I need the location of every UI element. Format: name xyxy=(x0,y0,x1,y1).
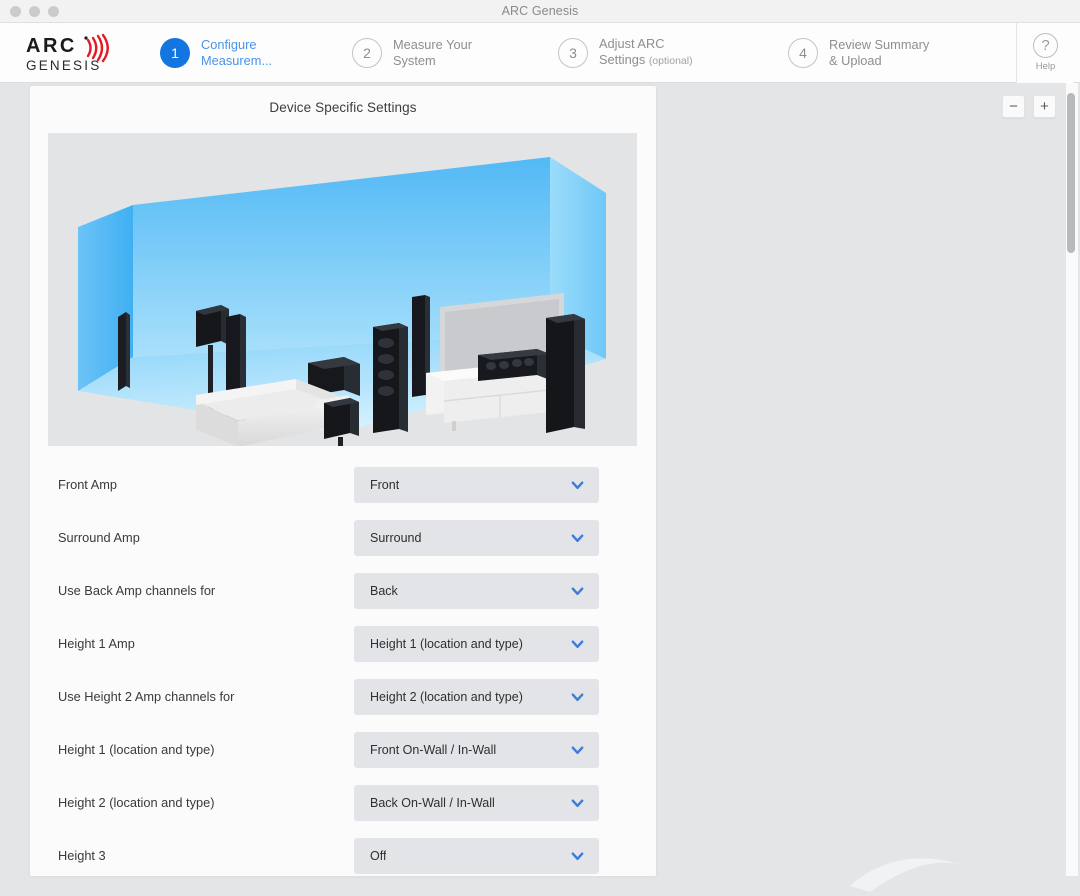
label-height-2-amp-channels: Use Height 2 Amp channels for xyxy=(58,689,235,704)
form-row-height-3: Height 3 Off xyxy=(30,829,656,876)
background-watermark-icon xyxy=(850,858,960,892)
front-right-tower-speaker xyxy=(546,314,585,433)
chevron-down-icon xyxy=(571,639,584,648)
select-height-2-amp-channels[interactable]: Height 2 (location and type) xyxy=(354,678,599,715)
label-front-amp: Front Amp xyxy=(58,477,118,492)
step-2-line1: Measure Your xyxy=(393,36,472,52)
label-height-3: Height 3 xyxy=(58,848,106,863)
select-height-1-amp[interactable]: Height 1 (location and type) xyxy=(354,625,599,662)
step-1-number: 1 xyxy=(160,37,190,68)
wizard-steps: 1 Configure Measurem... 2 Measure Your S… xyxy=(160,36,1016,69)
help-label: Help xyxy=(1035,61,1056,72)
window-titlebar: ARC Genesis xyxy=(0,0,1080,23)
wizard-step-1[interactable]: 1 Configure Measurem... xyxy=(160,37,334,69)
arc-genesis-logo: ARC GENESIS xyxy=(24,32,154,74)
help-button[interactable]: ? Help xyxy=(1016,22,1074,83)
select-height-1-amp-value: Height 1 (location and type) xyxy=(370,636,523,651)
left-wall-speaker xyxy=(118,312,130,391)
zoom-controls: − + xyxy=(1002,95,1056,118)
chevron-down-icon xyxy=(571,586,584,595)
front-left-tower-speaker xyxy=(373,323,408,433)
step-1-line1: Configure xyxy=(201,36,257,52)
select-height-1-location-type[interactable]: Front On-Wall / In-Wall xyxy=(354,731,599,768)
step-4-line2: & Upload xyxy=(829,52,882,68)
select-height-2-location-type[interactable]: Back On-Wall / In-Wall xyxy=(354,784,599,821)
step-1-line2: Measurem... xyxy=(201,52,273,68)
step-4-label: Review Summary & Upload xyxy=(829,37,929,69)
step-3-line2-wrap: Settings (optional) xyxy=(599,52,693,69)
svg-text:ARC: ARC xyxy=(26,35,77,57)
form-row-back-amp-channels: Use Back Amp channels for Back xyxy=(30,564,656,617)
vertical-scrollbar-thumb[interactable] xyxy=(1067,93,1075,253)
select-back-amp-channels-value: Back xyxy=(370,583,398,598)
settings-card: Device Specific Settings Front Amp Front… xyxy=(30,86,656,876)
chevron-down-icon xyxy=(571,798,584,807)
settings-form: Front Amp Front Surround Amp Surround Us… xyxy=(30,458,656,876)
label-height-2-location-type: Height 2 (location and type) xyxy=(58,795,215,810)
chevron-down-icon xyxy=(571,745,584,754)
step-3-line2: Settings xyxy=(599,52,646,67)
step-4-number: 4 xyxy=(788,37,818,68)
wizard-step-4[interactable]: 4 Review Summary & Upload xyxy=(788,37,929,69)
select-height-3[interactable]: Off xyxy=(354,837,599,874)
select-height-1-location-type-value: Front On-Wall / In-Wall xyxy=(370,742,497,757)
room-illustration xyxy=(48,133,637,446)
wizard-header: ARC GENESIS 1 Configure Measurem... 2 Me… xyxy=(0,22,1080,83)
wizard-step-3[interactable]: 3 Adjust ARC Settings (optional) xyxy=(558,36,770,69)
svg-text:GENESIS: GENESIS xyxy=(26,58,101,73)
form-row-height-2-location-type: Height 2 (location and type) Back On-Wal… xyxy=(30,776,656,829)
logo-graphic: ARC GENESIS xyxy=(26,33,109,73)
window-title: ARC Genesis xyxy=(501,4,579,18)
label-height-1-location-type: Height 1 (location and type) xyxy=(58,742,215,757)
zoom-in-button[interactable]: + xyxy=(1033,95,1056,118)
step-2-number: 2 xyxy=(352,37,382,68)
chevron-down-icon xyxy=(571,533,584,542)
form-row-height-2-amp-channels: Use Height 2 Amp channels for Height 2 (… xyxy=(30,670,656,723)
wizard-step-2[interactable]: 2 Measure Your System xyxy=(352,37,540,69)
step-2-line2: System xyxy=(393,52,436,68)
question-mark-icon: ? xyxy=(1033,33,1058,58)
select-height-2-location-type-value: Back On-Wall / In-Wall xyxy=(370,795,495,810)
step-3-line1: Adjust ARC xyxy=(599,36,665,51)
select-front-amp[interactable]: Front xyxy=(354,466,599,503)
select-surround-amp-value: Surround xyxy=(370,530,422,545)
vertical-scrollbar-track[interactable] xyxy=(1066,83,1078,876)
form-row-front-amp: Front Amp Front xyxy=(30,458,656,511)
select-height-2-amp-channels-value: Height 2 (location and type) xyxy=(370,689,523,704)
select-front-amp-value: Front xyxy=(370,477,400,492)
select-back-amp-channels[interactable]: Back xyxy=(354,572,599,609)
zoom-out-button[interactable]: − xyxy=(1002,95,1025,118)
label-height-1-amp: Height 1 Amp xyxy=(58,636,135,651)
label-surround-amp: Surround Amp xyxy=(58,530,140,545)
step-1-label: Configure Measurem... xyxy=(201,37,272,69)
step-3-label: Adjust ARC Settings (optional) xyxy=(599,36,693,69)
select-surround-amp[interactable]: Surround xyxy=(354,519,599,556)
form-row-surround-amp: Surround Amp Surround xyxy=(30,511,656,564)
content-area: − + Device Specific Settings Front Amp F… xyxy=(0,83,1080,892)
form-row-height-1-amp: Height 1 Amp Height 1 (location and type… xyxy=(30,617,656,670)
step-4-line1: Review Summary xyxy=(829,36,930,52)
form-row-height-1-location-type: Height 1 (location and type) Front On-Wa… xyxy=(30,723,656,776)
step-2-label: Measure Your System xyxy=(393,37,472,69)
home-theater-room-diagram xyxy=(48,133,637,446)
chevron-down-icon xyxy=(571,851,584,860)
label-back-amp-channels: Use Back Amp channels for xyxy=(58,583,216,598)
step-3-optional: (optional) xyxy=(648,55,693,67)
select-height-3-value: Off xyxy=(370,848,387,863)
chevron-down-icon xyxy=(571,480,584,489)
chevron-down-icon xyxy=(571,692,584,701)
page-title: Device Specific Settings xyxy=(269,100,417,115)
step-3-number: 3 xyxy=(558,37,588,68)
